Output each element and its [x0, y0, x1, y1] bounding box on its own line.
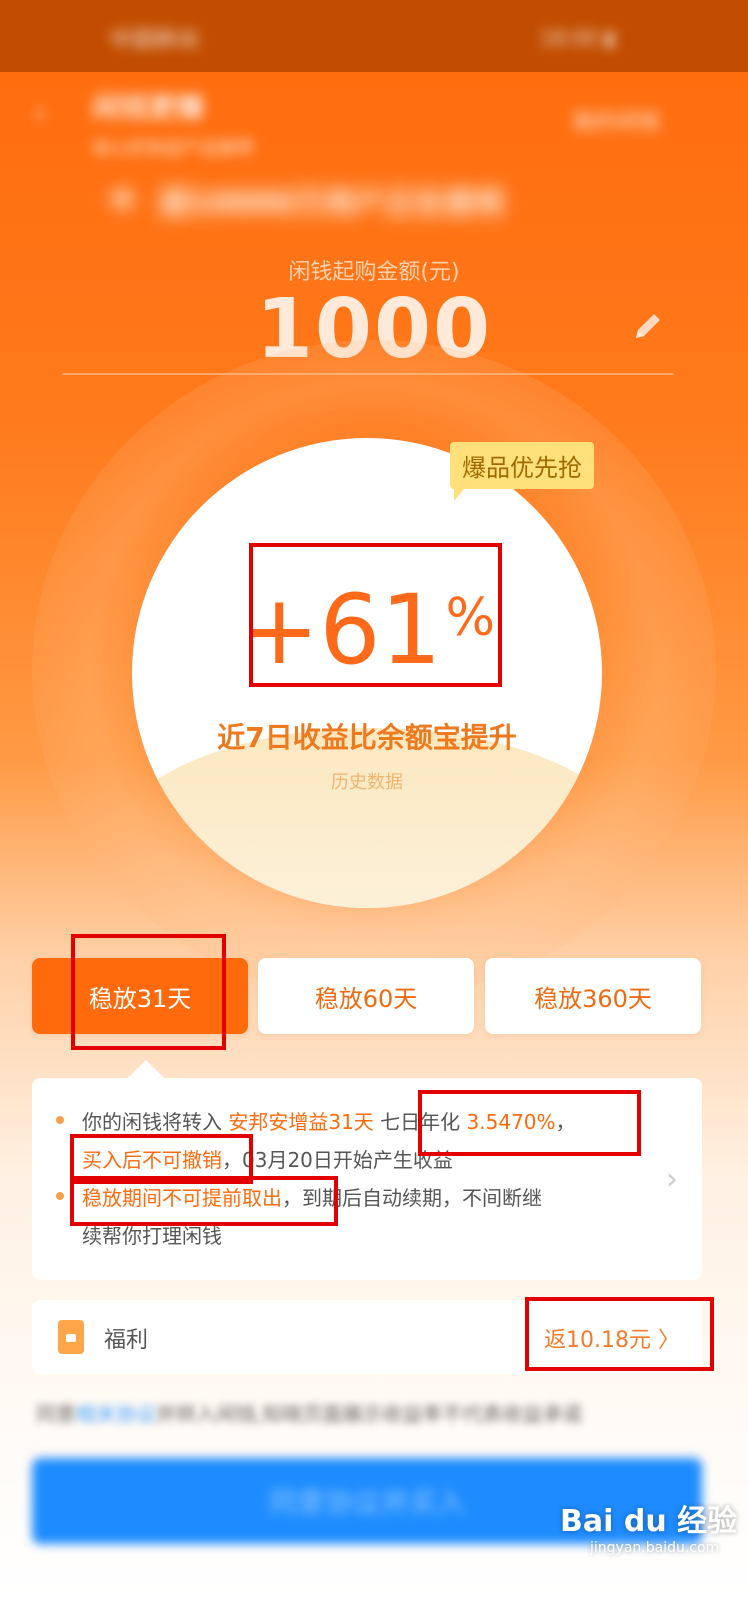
notice-text: 超10000万用户正在使用 — [160, 186, 505, 221]
bullet-dot — [56, 1116, 64, 1124]
agreement-suffix: 并转入闲钱,知晓页面展示收益率不代表收益承诺 — [156, 1402, 583, 1426]
baidu-watermark-logo: Bai du 经验 — [560, 1504, 738, 1539]
tab-60-days[interactable]: 稳放60天 — [258, 958, 474, 1034]
status-right: 18:00 ▮ — [540, 26, 615, 50]
hot-tag-badge: 爆品优先抢 — [450, 442, 594, 501]
history-note: 历史数据 — [331, 772, 403, 793]
product-name: 安邦安增益31天 — [228, 1110, 374, 1134]
status-bar: 中国移动 18:00 ▮ — [0, 0, 748, 72]
annotation-box-percent — [249, 543, 502, 687]
speaker-icon: ◀ — [108, 180, 130, 213]
agreement-prefix: 同意 — [36, 1402, 76, 1426]
yield-compare-label: 近7日收益比余额宝提升 — [217, 721, 517, 754]
carrier-label: 中国移动 — [110, 28, 199, 53]
back-arrow-icon[interactable]: ‹ — [34, 96, 46, 131]
welfare-label: 福利 — [104, 1328, 149, 1353]
annotation-box-withdraw — [70, 1176, 338, 1226]
annotation-box-welfare — [525, 1297, 714, 1371]
baidu-watermark-url: jingyan.baidu.com — [590, 1540, 720, 1556]
edit-pencil-icon[interactable] — [630, 310, 664, 344]
annotation-box-rate — [418, 1090, 641, 1156]
agreement-text: 同意相关协议并转入闲钱,知晓页面展示收益率不代表收益承诺 — [36, 1398, 582, 1427]
agreement-link[interactable]: 相关协议 — [76, 1402, 156, 1426]
chevron-right-icon[interactable]: › — [666, 1162, 678, 1197]
my-money-link[interactable]: 我的闲钱 — [572, 104, 660, 136]
header-subtitle: 省心好收益产品推荐 — [92, 138, 254, 159]
header-title: 闲钱更赚 — [92, 91, 205, 124]
info-prefix: 你的闲钱将转入 — [82, 1110, 229, 1134]
tab-360-days[interactable]: 稳放360天 — [485, 958, 701, 1034]
annotation-box-tab — [71, 934, 226, 1050]
bullet-dot — [56, 1192, 64, 1200]
tab-pointer — [128, 1060, 164, 1078]
red-envelope-icon — [58, 1320, 84, 1354]
